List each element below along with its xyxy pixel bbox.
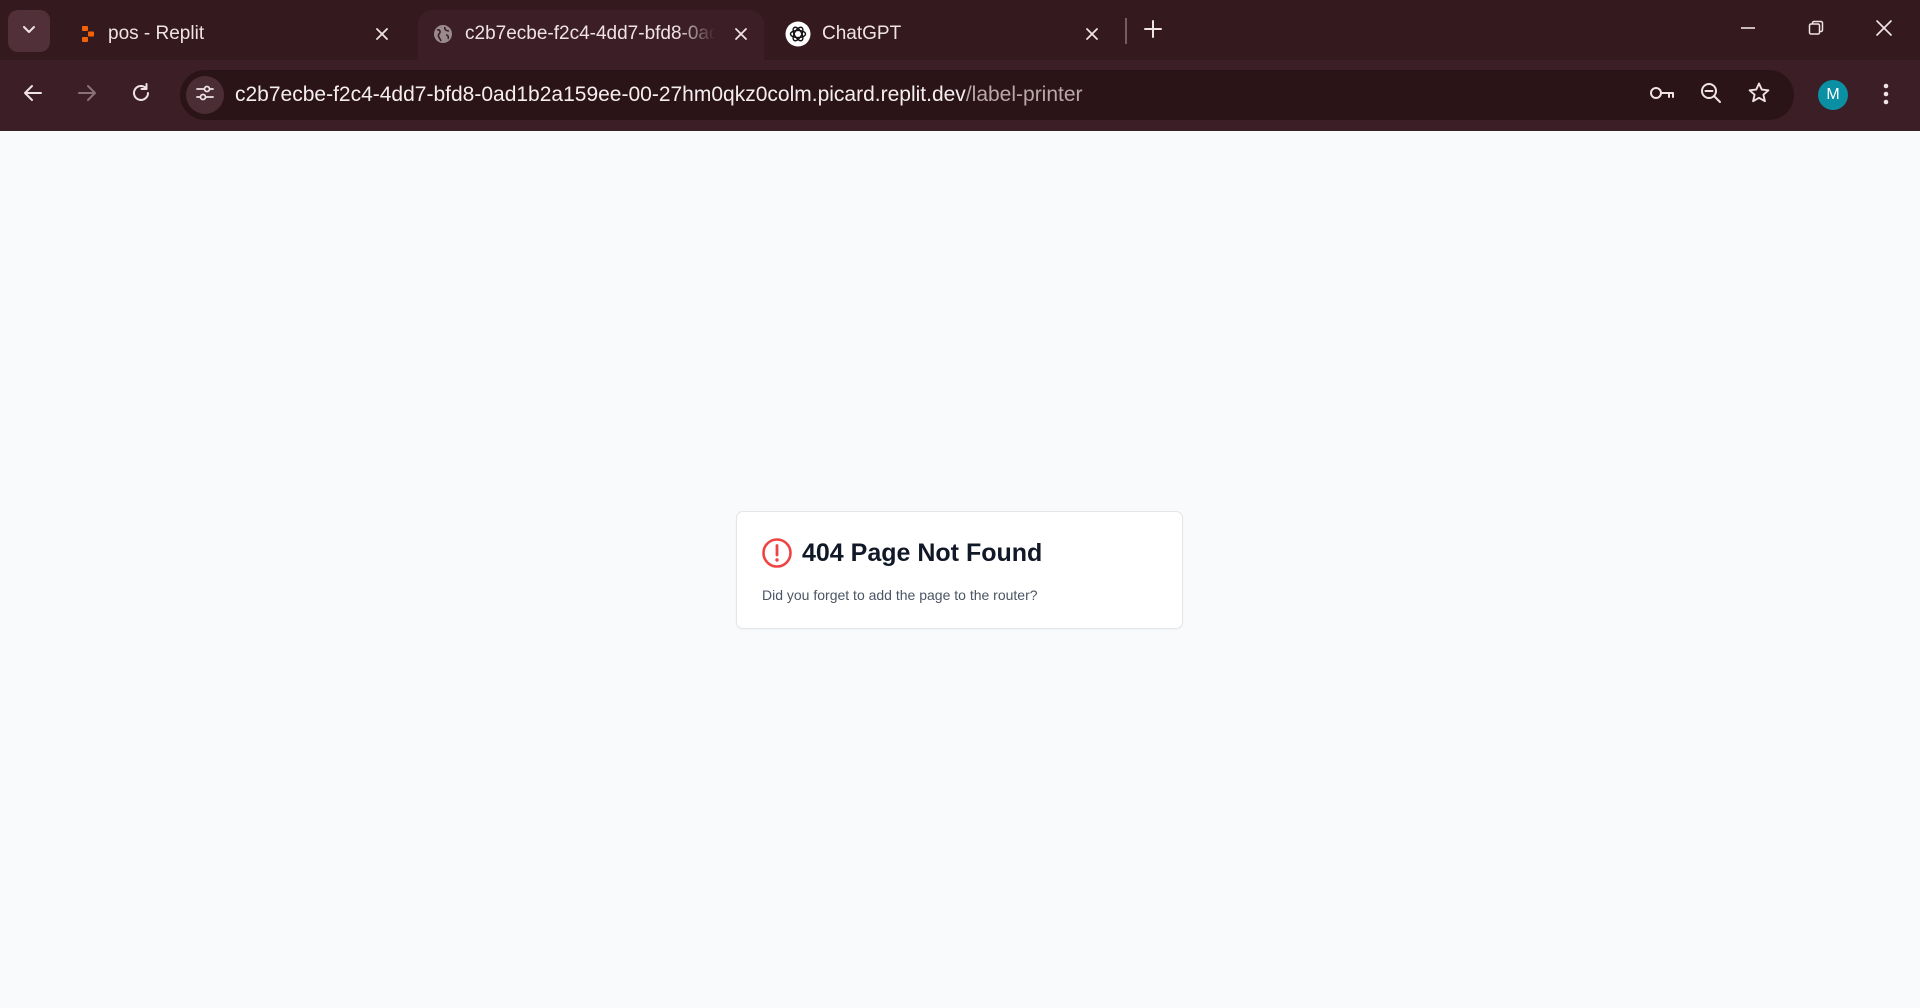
tab-chatgpt[interactable]: ChatGPT	[775, 10, 1115, 60]
password-key-button[interactable]	[1646, 79, 1678, 111]
address-bar[interactable]: c2b7ecbe-f2c4-4dd7-bfd8-0ad1b2a159ee-00-…	[180, 70, 1794, 120]
not-found-card: 404 Page Not Found Did you forget to add…	[736, 511, 1183, 629]
key-icon	[1648, 79, 1676, 112]
zoom-button[interactable]	[1695, 79, 1727, 111]
tab-label: c2b7ecbe-f2c4-4dd7-bfd8-0ad1b2a159ee	[465, 23, 715, 44]
tab-pos-replit[interactable]: pos - Replit	[60, 10, 405, 60]
restore-button[interactable]	[1792, 8, 1840, 52]
chevron-down-icon	[20, 20, 38, 43]
close-icon[interactable]	[728, 21, 754, 47]
tab-active-replit-dev[interactable]: c2b7ecbe-f2c4-4dd7-bfd8-0ad1b2a159ee	[418, 10, 764, 60]
profile-avatar[interactable]: M	[1818, 80, 1848, 110]
reload-icon	[130, 82, 152, 109]
arrow-right-icon	[76, 82, 98, 109]
forward-button[interactable]	[67, 75, 107, 115]
window-close-button[interactable]	[1860, 8, 1908, 52]
reload-button[interactable]	[121, 75, 161, 115]
browser-chrome: pos - Replit c2b7ecbe-f2c4-4dd7-bfd8-0ad…	[0, 0, 1920, 131]
page-title: 404 Page Not Found	[802, 539, 1043, 567]
bookmark-button[interactable]	[1743, 79, 1775, 111]
close-icon[interactable]	[1079, 21, 1105, 47]
close-icon	[1875, 19, 1893, 42]
url-path: /label-printer	[965, 83, 1083, 106]
alert-circle-icon	[761, 537, 793, 569]
chatgpt-icon	[785, 21, 811, 47]
arrow-left-icon	[22, 82, 44, 109]
browser-menu-button[interactable]	[1872, 76, 1900, 116]
minimize-button[interactable]	[1724, 8, 1772, 52]
url-text[interactable]: c2b7ecbe-f2c4-4dd7-bfd8-0ad1b2a159ee-00-…	[235, 82, 1083, 108]
restore-icon	[1807, 19, 1825, 42]
new-tab-button[interactable]	[1136, 14, 1170, 48]
minimize-icon	[1739, 19, 1757, 42]
tab-label: ChatGPT	[822, 23, 902, 44]
error-message: Did you forget to add the page to the ro…	[762, 587, 1038, 603]
more-vertical-icon	[1882, 82, 1890, 111]
url-host: c2b7ecbe-f2c4-4dd7-bfd8-0ad1b2a159ee-00-…	[235, 83, 966, 106]
tab-strip: pos - Replit c2b7ecbe-f2c4-4dd7-bfd8-0ad…	[0, 0, 1920, 60]
star-icon	[1747, 81, 1771, 110]
tab-label: pos - Replit	[108, 23, 205, 44]
replit-icon	[76, 21, 102, 47]
site-info-button[interactable]	[186, 76, 224, 114]
globe-icon	[430, 21, 456, 47]
zoom-out-icon	[1699, 81, 1723, 110]
close-icon[interactable]	[369, 21, 395, 47]
tab-separator	[1125, 18, 1127, 44]
back-button[interactable]	[13, 75, 53, 115]
plus-icon	[1143, 19, 1163, 44]
tune-icon	[195, 83, 215, 108]
tab-search-button[interactable]	[8, 10, 50, 52]
